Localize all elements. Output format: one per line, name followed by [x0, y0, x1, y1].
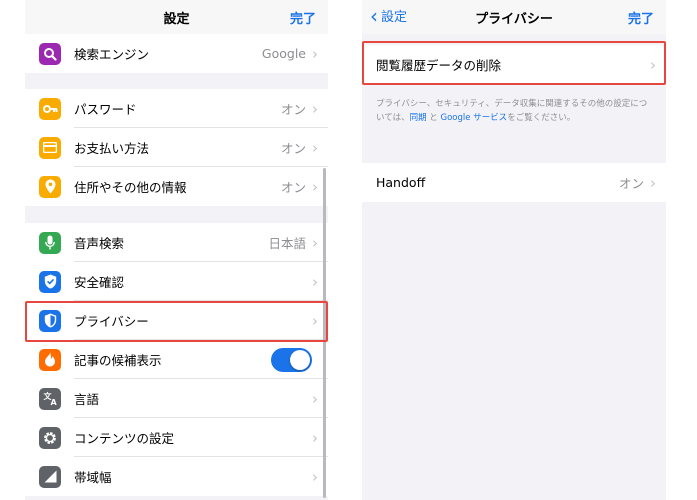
- row-label: お支払い方法: [74, 141, 150, 156]
- translate-icon: 文A: [39, 387, 61, 410]
- done-button[interactable]: 完了: [290, 8, 316, 27]
- chevron-right-icon: ›: [650, 55, 656, 74]
- row-label: 閲覧履歴データの削除: [376, 58, 502, 73]
- settings-row-safety-check[interactable]: 安全確認 ›: [25, 262, 328, 301]
- gear-icon: [39, 426, 61, 449]
- location-pin-icon: [39, 175, 61, 198]
- chevron-right-icon: ›: [650, 173, 656, 192]
- chevron-right-icon: ›: [312, 467, 318, 486]
- privacy-group-handoff: Handoff オン ›: [362, 163, 666, 202]
- row-label: 言語: [74, 392, 100, 407]
- row-label: 住所やその他の情報: [74, 180, 187, 195]
- row-value: オン: [280, 141, 306, 156]
- key-icon: [39, 97, 61, 120]
- sync-link[interactable]: 同期: [410, 113, 427, 123]
- microphone-icon: [39, 231, 61, 254]
- settings-row-languages[interactable]: 文A 言語 ›: [25, 379, 328, 418]
- chevron-right-icon: ›: [312, 138, 318, 157]
- row-value: 日本語: [268, 236, 306, 251]
- row-value: Google: [261, 46, 306, 61]
- search-icon: [39, 42, 61, 65]
- row-label: 検索エンジン: [74, 47, 150, 62]
- row-label: 音声検索: [74, 236, 125, 251]
- scrollbar[interactable]: [323, 168, 326, 498]
- svg-text:A: A: [50, 398, 57, 406]
- page-title: プライバシー: [475, 12, 553, 27]
- privacy-screen: ‹ 設定 プライバシー 完了 閲覧履歴データの削除 › プライバシー、セキュリテ…: [362, 0, 666, 500]
- settings-row-content-settings[interactable]: コンテンツの設定 ›: [25, 418, 328, 457]
- signal-icon: [39, 465, 61, 488]
- row-label: 帯域幅: [74, 470, 112, 485]
- settings-row-privacy[interactable]: プライバシー ›: [25, 301, 328, 340]
- row-value: オン: [280, 180, 306, 195]
- settings-nav-bar: 設定 完了: [25, 0, 328, 34]
- privacy-footnote: プライバシー、セキュリティ、データ収集に関連するその他の設定については、同期 と…: [376, 97, 652, 125]
- settings-row-addresses[interactable]: 住所やその他の情報 オン ›: [25, 167, 328, 206]
- footnote-text: をご覧ください。: [507, 113, 576, 123]
- settings-screen: 設定 完了 検索エンジン Google › パスワード オン › お支払い方法 …: [25, 0, 328, 500]
- chevron-right-icon: ›: [312, 389, 318, 408]
- chevron-right-icon: ›: [312, 177, 318, 196]
- credit-card-icon: [39, 136, 61, 159]
- settings-group-advanced: 音声検索 日本語 › 安全確認 › プライバシー › 記事の候補表示 文 A 言…: [25, 223, 328, 496]
- row-label: Handoff: [376, 175, 426, 190]
- settings-row-payment-methods[interactable]: お支払い方法 オン ›: [25, 128, 328, 167]
- row-value: オン: [618, 176, 644, 191]
- google-services-link[interactable]: Google サービス: [441, 113, 508, 123]
- row-value: オン: [280, 102, 306, 117]
- row-label: パスワード: [74, 102, 137, 117]
- toggle-knob: [290, 349, 310, 370]
- settings-row-article-suggestions[interactable]: 記事の候補表示: [25, 340, 328, 379]
- article-suggestions-toggle[interactable]: [271, 347, 312, 372]
- page-title: 設定: [163, 12, 190, 27]
- chevron-right-icon: ›: [312, 233, 318, 252]
- row-label: 安全確認: [74, 275, 125, 290]
- row-label: コンテンツの設定: [74, 431, 175, 446]
- chevron-right-icon: ›: [312, 99, 318, 118]
- shield-privacy-icon: [39, 309, 61, 332]
- shield-check-icon: [39, 270, 61, 293]
- clear-browsing-data-row[interactable]: 閲覧履歴データの削除 ›: [362, 45, 666, 84]
- settings-row-search-engine[interactable]: 検索エンジン Google ›: [25, 34, 328, 73]
- settings-group-autofill: パスワード オン › お支払い方法 オン › 住所やその他の情報 オン ›: [25, 89, 328, 206]
- row-label: 記事の候補表示: [74, 353, 162, 368]
- settings-row-passwords[interactable]: パスワード オン ›: [25, 89, 328, 128]
- chevron-right-icon: ›: [312, 311, 318, 330]
- footnote-text: と: [426, 113, 441, 123]
- chevron-right-icon: ›: [312, 44, 318, 63]
- flame-icon: [39, 348, 61, 371]
- settings-group-search: 検索エンジン Google ›: [25, 34, 328, 73]
- settings-row-voice-search[interactable]: 音声検索 日本語 ›: [25, 223, 328, 262]
- done-button[interactable]: 完了: [628, 8, 654, 27]
- row-label: プライバシー: [74, 314, 149, 329]
- handoff-row[interactable]: Handoff オン ›: [362, 163, 666, 202]
- settings-row-bandwidth[interactable]: 帯域幅 ›: [25, 457, 328, 496]
- privacy-group-clear: 閲覧履歴データの削除 ›: [362, 45, 666, 84]
- privacy-nav-bar: ‹ 設定 プライバシー 完了: [362, 0, 666, 34]
- chevron-right-icon: ›: [312, 428, 318, 447]
- chevron-right-icon: ›: [312, 272, 318, 291]
